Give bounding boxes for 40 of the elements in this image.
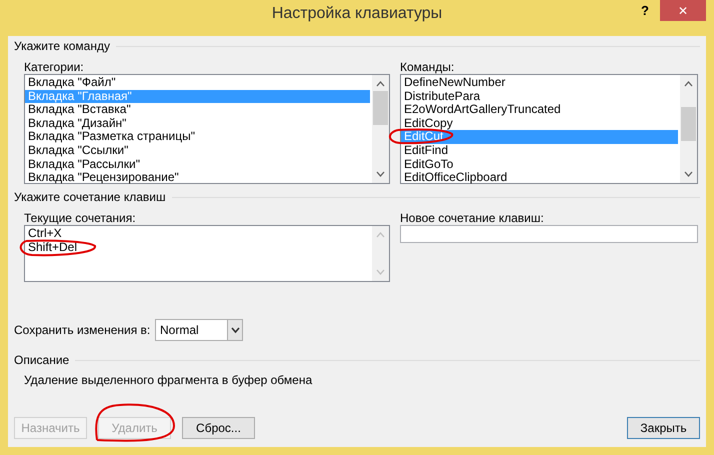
list-item[interactable]: DistributePara (401, 90, 678, 104)
scroll-thumb[interactable] (373, 91, 388, 125)
new-shortcut-field[interactable] (400, 225, 698, 243)
scroll-down-icon[interactable] (684, 171, 693, 177)
list-item[interactable]: Вкладка "Дизайн" (25, 116, 370, 130)
commands-label: Команды: (400, 60, 456, 74)
close-button[interactable]: ✕ (660, 0, 706, 21)
current-shortcuts-label: Текущие сочетания: (24, 211, 137, 225)
categories-label: Категории: (24, 60, 85, 74)
list-item[interactable]: Вкладка "Вставка" (25, 103, 370, 117)
group-title: Укажите команду (14, 39, 110, 53)
list-item[interactable]: EditCopy (401, 116, 678, 130)
description-text: Удаление выделенного фрагмента в буфер обмена (23, 373, 314, 387)
list-item[interactable]: E2oWordArtGalleryTruncated (401, 103, 678, 117)
dialog-button[interactable]: Сброс... (182, 417, 255, 439)
list-item[interactable]: EditGoTo (401, 158, 678, 172)
list-item[interactable]: Вкладка "Рассылки" (25, 158, 370, 172)
scrollbar[interactable] (372, 75, 389, 183)
help-button[interactable]: ? (634, 0, 656, 22)
new-shortcut-label: Новое сочетание клавиш: (400, 211, 545, 225)
group-title: Укажите сочетание клавиш (14, 190, 166, 204)
dialog-button[interactable]: Закрыть (627, 417, 700, 439)
list-item[interactable]: Shift+Del (25, 240, 370, 254)
scrollbar[interactable] (680, 75, 697, 183)
list-item[interactable]: EditOfficeClipboard (401, 171, 678, 185)
list-item[interactable]: Ctrl+X (25, 227, 370, 241)
list-item[interactable]: Вкладка "Файл" (25, 76, 370, 90)
scroll-down-icon[interactable] (376, 171, 385, 177)
list-item[interactable]: Вкладка "Рецензирование" (25, 171, 370, 185)
list-item[interactable]: EditFind (401, 144, 678, 158)
scroll-thumb[interactable] (681, 107, 696, 141)
window-title: Настройка клавиатуры (272, 7, 442, 21)
group-title: Описание (14, 353, 70, 367)
list-item[interactable]: DefineNewNumber (401, 76, 678, 90)
scroll-up-icon[interactable] (684, 81, 693, 87)
list-item[interactable]: Вкладка "Разметка страницы" (25, 130, 370, 144)
save-in-dropdown[interactable]: Normal (155, 319, 243, 341)
save-in-label: Сохранить изменения в: (14, 323, 152, 337)
scroll-up-icon[interactable] (376, 81, 385, 87)
list-item[interactable]: Вкладка "Ссылки" (25, 144, 370, 158)
